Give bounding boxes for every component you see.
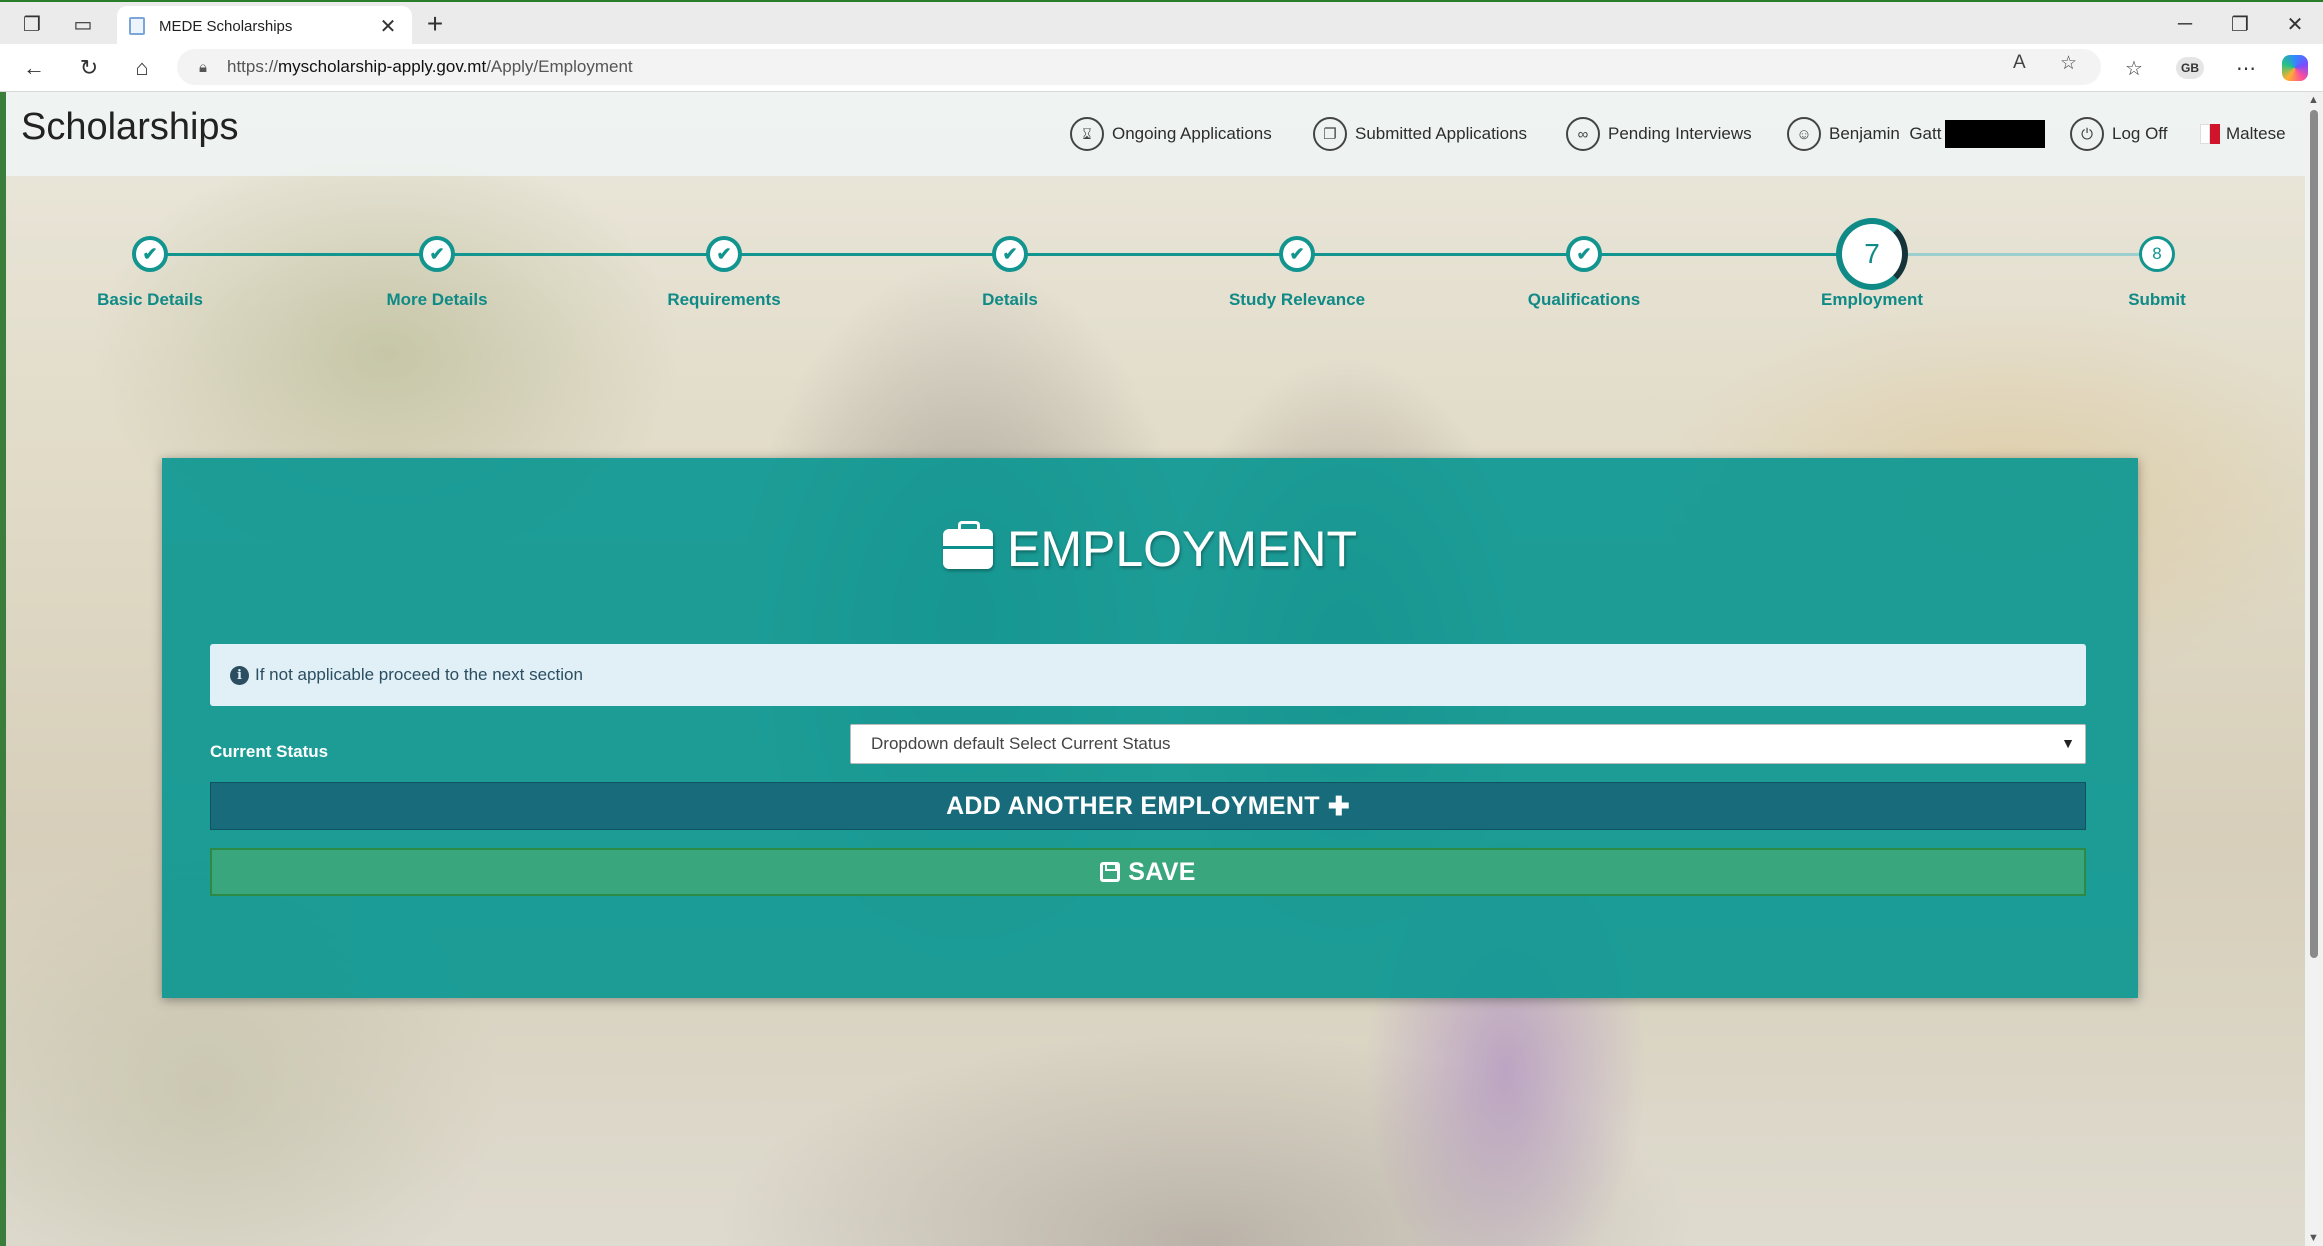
- nav-language-maltese[interactable]: Maltese: [2200, 114, 2286, 154]
- browser-tab-bar: ❐ ▭ MEDE Scholarships ✕ + ─ ❐ ✕: [0, 0, 2323, 46]
- step-label[interactable]: Employment: [1762, 290, 1982, 310]
- nav-user-profile[interactable]: ☺ Benjamin Gatt: [1787, 114, 2046, 154]
- page-favicon-icon: [129, 17, 145, 35]
- step-qualifications[interactable]: ✔: [1566, 236, 1602, 272]
- save-button[interactable]: SAVE: [210, 848, 2086, 896]
- power-icon: ⏻: [2070, 117, 2104, 151]
- current-status-label: Current Status: [210, 742, 329, 761]
- refresh-icon[interactable]: ↻: [71, 52, 107, 84]
- step-details[interactable]: ✔: [992, 236, 1028, 272]
- info-alert: i If not applicable proceed to the next …: [210, 644, 2086, 706]
- browser-tab[interactable]: MEDE Scholarships ✕: [117, 6, 412, 46]
- tab-actions-icon[interactable]: ▭: [65, 8, 101, 40]
- floppy-disk-icon: [1100, 862, 1121, 882]
- malta-flag-icon: [2200, 124, 2220, 144]
- nav-log-off[interactable]: ⏻ Log Off: [2070, 114, 2167, 154]
- section-title: EMPLOYMENT: [162, 520, 2138, 578]
- step-label[interactable]: More Details: [327, 290, 547, 310]
- nav-submitted-applications[interactable]: ❐ Submitted Applications: [1313, 114, 1527, 154]
- step-label[interactable]: Details: [900, 290, 1120, 310]
- step-label[interactable]: Qualifications: [1474, 290, 1694, 310]
- site-header: Scholarships ⌛︎ Ongoing Applications ❐ S…: [6, 92, 2305, 176]
- scroll-thumb[interactable]: [2310, 110, 2318, 958]
- more-menu-icon[interactable]: ⋯: [2229, 52, 2263, 84]
- url-text: https://myscholarship-apply.gov.mt/Apply…: [226, 57, 633, 76]
- nav-pending-interviews[interactable]: ∞ Pending Interviews: [1566, 114, 1752, 154]
- briefcase-icon: [942, 521, 993, 569]
- add-another-employment-button[interactable]: ADD ANOTHER EMPLOYMENT ✚: [210, 782, 2086, 830]
- redaction-bar: [1945, 120, 2046, 148]
- step-study-relevance[interactable]: ✔: [1279, 236, 1315, 272]
- step-requirements[interactable]: ✔: [706, 236, 742, 272]
- favorites-icon[interactable]: ☆: [2117, 52, 2151, 84]
- workspaces-icon[interactable]: ❐: [14, 8, 50, 40]
- profile-avatar[interactable]: GB: [2176, 57, 2204, 79]
- documents-icon: ❐: [1313, 117, 1347, 151]
- back-icon[interactable]: ←: [16, 52, 52, 84]
- step-employment-current[interactable]: 7: [1836, 218, 1908, 290]
- favorite-star-icon[interactable]: ☆: [2060, 52, 2077, 75]
- restore-icon[interactable]: ❐: [2215, 6, 2265, 42]
- chevron-down-icon: ▼: [2061, 735, 2075, 751]
- plus-icon: ✚: [1327, 790, 1350, 821]
- home-icon[interactable]: ⌂: [124, 52, 160, 84]
- copilot-icon[interactable]: [2282, 55, 2308, 81]
- step-label[interactable]: Requirements: [614, 290, 834, 310]
- close-tab-icon[interactable]: ✕: [376, 14, 400, 39]
- employment-card: EMPLOYMENT i If not applicable proceed t…: [162, 458, 2138, 998]
- new-tab-button[interactable]: +: [418, 8, 452, 40]
- current-status-select[interactable]: Dropdown default Select Current Status ▼: [850, 724, 2086, 764]
- minimize-icon[interactable]: ─: [2160, 6, 2210, 42]
- step-label[interactable]: Study Relevance: [1187, 290, 1407, 310]
- close-window-icon[interactable]: ✕: [2270, 6, 2320, 42]
- info-icon: i: [230, 665, 249, 685]
- step-label[interactable]: Basic Details: [40, 290, 260, 310]
- tab-title: MEDE Scholarships: [159, 17, 293, 35]
- site-brand[interactable]: Scholarships: [21, 106, 239, 149]
- page-scrollbar[interactable]: ▲ ▼: [2305, 92, 2323, 1246]
- scroll-down-icon[interactable]: ▼: [2308, 1232, 2319, 1244]
- progress-line-pending: [1872, 253, 2152, 256]
- step-label[interactable]: Submit: [2047, 290, 2267, 310]
- nav-ongoing-applications[interactable]: ⌛︎ Ongoing Applications: [1070, 114, 1272, 154]
- step-submit[interactable]: 8: [2139, 236, 2175, 272]
- handshake-icon: ∞: [1566, 117, 1600, 151]
- step-basic-details[interactable]: ✔: [132, 236, 168, 272]
- scroll-up-icon[interactable]: ▲: [2308, 94, 2319, 106]
- address-bar[interactable]: 🔒︎ https://myscholarship-apply.gov.mt/Ap…: [177, 49, 2101, 85]
- address-toolbar: ← ↻ ⌂ 🔒︎ https://myscholarship-apply.gov…: [0, 44, 2323, 92]
- application-progress-stepper: ✔ ✔ ✔ ✔ ✔ ✔ 7 8: [6, 176, 2305, 306]
- user-icon: ☺: [1787, 117, 1821, 151]
- hourglass-icon: ⌛︎: [1070, 117, 1104, 151]
- step-more-details[interactable]: ✔: [419, 236, 455, 272]
- lock-icon[interactable]: 🔒︎: [199, 59, 207, 76]
- read-aloud-icon[interactable]: A: [2013, 52, 2026, 74]
